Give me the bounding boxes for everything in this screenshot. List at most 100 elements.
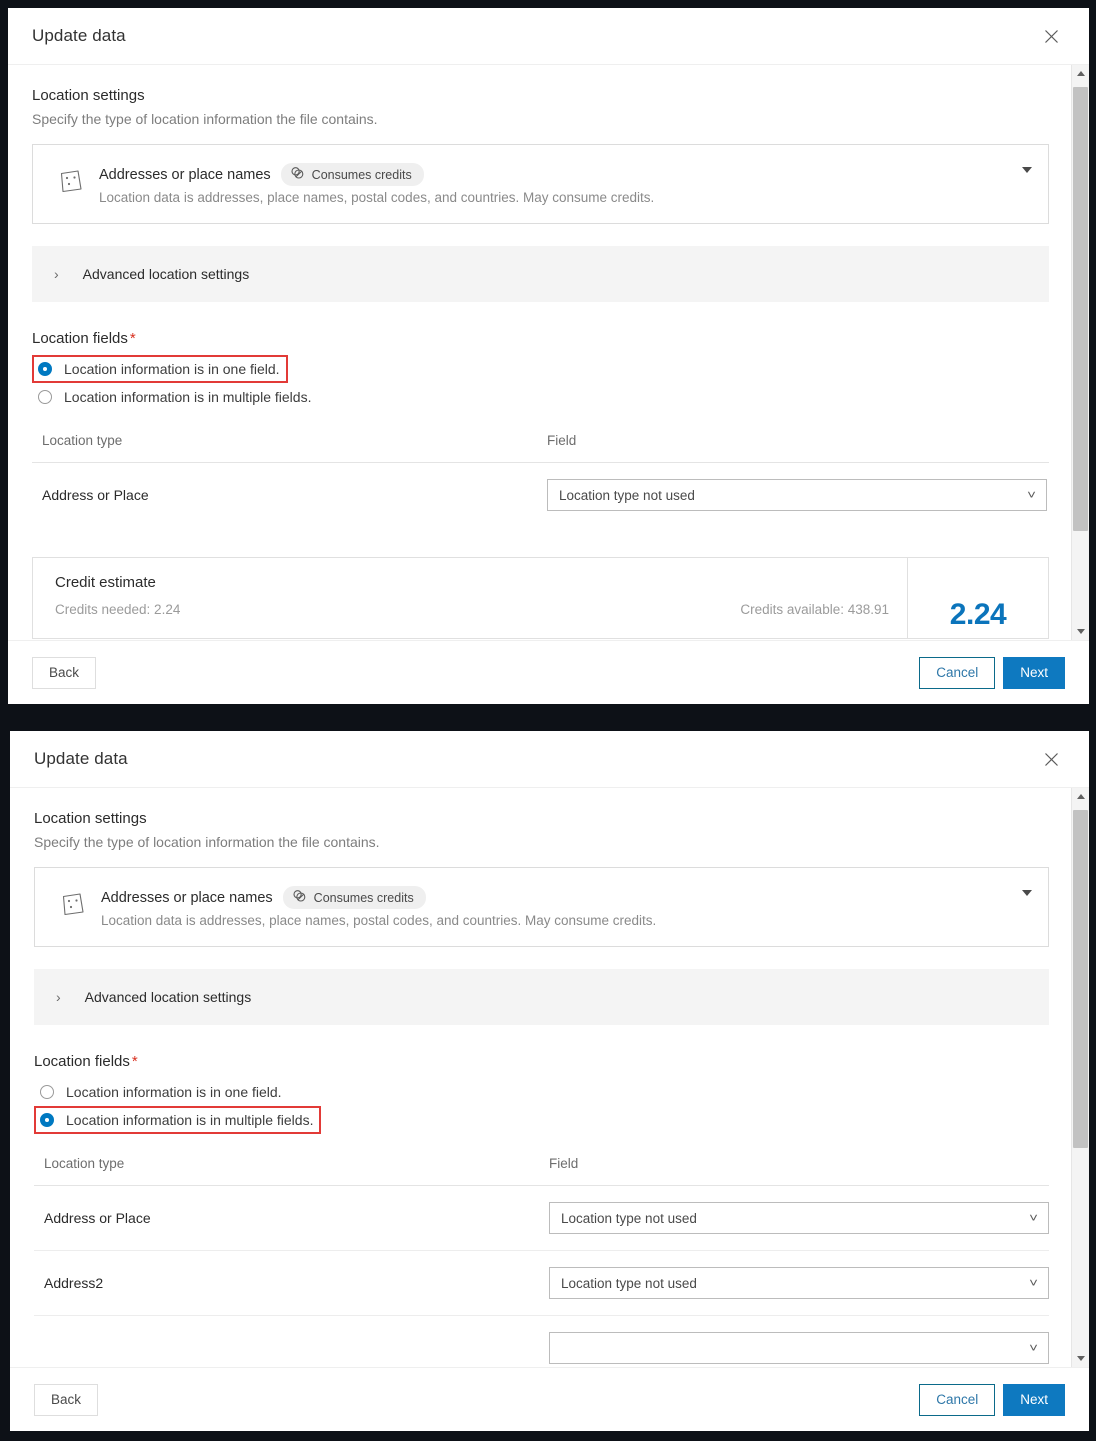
scrollbar-thumb-1[interactable] xyxy=(1073,87,1088,531)
location-fields-label-2: Location fields* xyxy=(34,1053,1049,1070)
scroll-down-arrow-icon[interactable] xyxy=(1072,623,1089,640)
dialog-title-1: Update data xyxy=(32,26,126,46)
section-title-2: Location settings xyxy=(34,810,1049,827)
required-marker-1: * xyxy=(130,330,136,347)
advanced-location-settings-accordion-2[interactable]: › Advanced location settings xyxy=(34,969,1049,1025)
location-fields-table-2: Location type Field Address or Place Loc… xyxy=(34,1156,1049,1367)
dialog-header-1: Update data xyxy=(8,8,1089,65)
radio-indicator-icon xyxy=(38,362,52,376)
field-select-value-2-0: Location type not used xyxy=(561,1211,697,1226)
credit-estimate-left-1: Credit estimate Credits needed: 2.24 Cre… xyxy=(33,558,907,638)
location-card-texts-1: Addresses or place names Consumes credit… xyxy=(91,163,1032,205)
back-button-2[interactable]: Back xyxy=(34,1384,98,1416)
field-select-1-0[interactable]: Location type not used ˅ xyxy=(547,479,1047,511)
cancel-button-1[interactable]: Cancel xyxy=(919,657,995,689)
table-row: Address2 Location type not used ˅ xyxy=(34,1251,1049,1316)
advanced-location-settings-accordion-1[interactable]: › Advanced location settings xyxy=(32,246,1049,302)
scrollbar-track-2[interactable] xyxy=(1072,805,1089,1350)
consumes-credits-badge-1: Consumes credits xyxy=(281,163,424,186)
table-row: Address or Place Location type not used … xyxy=(34,1186,1049,1251)
consumes-credits-badge-2: Consumes credits xyxy=(283,886,426,909)
dialog-body-2: Location settings Specify the type of lo… xyxy=(10,788,1071,1367)
radio-indicator-icon xyxy=(40,1113,54,1127)
close-icon[interactable] xyxy=(1037,22,1065,50)
column-header-field-1: Field xyxy=(547,433,576,448)
chevron-down-icon: ˅ xyxy=(1027,489,1036,501)
dialog-header-2: Update data xyxy=(10,731,1089,788)
dialog-title-2: Update data xyxy=(34,749,128,769)
caret-down-icon[interactable] xyxy=(1022,167,1032,173)
update-data-dialog-1: Update data Location settings Specify th… xyxy=(8,8,1089,704)
location-fields-table-1: Location type Field Address or Place Loc… xyxy=(32,433,1049,527)
dialog-body-1: Location settings Specify the type of lo… xyxy=(8,65,1071,640)
back-button-1[interactable]: Back xyxy=(32,657,96,689)
field-select-value-2-1: Location type not used xyxy=(561,1276,697,1291)
radio-multiple-fields-label-2: Location information is in multiple fiel… xyxy=(66,1112,313,1128)
chevron-down-icon: ˅ xyxy=(1029,1342,1038,1354)
dialog-footer-2: Back Cancel Next xyxy=(10,1368,1089,1431)
advanced-location-settings-label-2: Advanced location settings xyxy=(85,989,252,1005)
credits-needed-label-1: Credits needed: 2.24 xyxy=(55,602,180,617)
chevron-down-icon: ˅ xyxy=(1029,1212,1038,1224)
location-card-name-2: Addresses or place names xyxy=(101,890,273,906)
radio-multiple-fields-1[interactable]: Location information is in multiple fiel… xyxy=(32,383,319,411)
column-header-field-2: Field xyxy=(549,1156,578,1171)
field-select-2-2[interactable]: ˅ xyxy=(549,1332,1049,1364)
field-select-2-1[interactable]: Location type not used ˅ xyxy=(549,1267,1049,1299)
consumes-credits-label-2: Consumes credits xyxy=(314,891,414,905)
section-subtitle-1: Specify the type of location information… xyxy=(32,111,1049,127)
radio-multiple-fields-2[interactable]: Location information is in multiple fiel… xyxy=(34,1106,321,1134)
chevron-down-icon: ˅ xyxy=(1029,1277,1038,1289)
location-type-card-2[interactable]: Addresses or place names Consumes credit… xyxy=(34,867,1049,947)
next-button-2[interactable]: Next xyxy=(1003,1384,1065,1416)
field-select-2-0[interactable]: Location type not used ˅ xyxy=(549,1202,1049,1234)
required-marker-2: * xyxy=(132,1053,138,1070)
scrollbar-thumb-2[interactable] xyxy=(1073,810,1088,1148)
scroll-down-arrow-icon[interactable] xyxy=(1072,1350,1089,1367)
location-card-name-1: Addresses or place names xyxy=(99,167,271,183)
credit-estimate-value-box-1: 2.24 xyxy=(907,558,1048,638)
cancel-button-2[interactable]: Cancel xyxy=(919,1384,995,1416)
location-card-description-2: Location data is addresses, place names,… xyxy=(101,913,1032,928)
section-title-1: Location settings xyxy=(32,87,1049,104)
radio-indicator-icon xyxy=(38,390,52,404)
row-field-cell-2-0: Location type not used ˅ xyxy=(549,1202,1049,1234)
radio-indicator-icon xyxy=(40,1085,54,1099)
consumes-credits-label-1: Consumes credits xyxy=(312,168,412,182)
credit-estimate-value-1: 2.24 xyxy=(950,598,1006,632)
credit-estimate-details-1: Credits needed: 2.24 Credits available: … xyxy=(55,602,889,617)
location-fields-label-1: Location fields* xyxy=(32,330,1049,347)
footer-actions-2: Cancel Next xyxy=(919,1384,1065,1416)
location-card-texts-2: Addresses or place names Consumes credit… xyxy=(93,886,1032,928)
advanced-location-settings-label-1: Advanced location settings xyxy=(83,266,250,282)
row-field-cell-2-1: Location type not used ˅ xyxy=(549,1267,1049,1299)
credits-available-label-1: Credits available: 438.91 xyxy=(740,602,889,617)
radio-one-field-label-2: Location information is in one field. xyxy=(66,1084,282,1100)
location-card-title-row-2: Addresses or place names Consumes credit… xyxy=(101,886,1032,909)
location-card-title-row-1: Addresses or place names Consumes credit… xyxy=(99,163,1032,186)
caret-down-icon[interactable] xyxy=(1022,890,1032,896)
table-header-2: Location type Field xyxy=(34,1156,1049,1186)
row-field-cell-2-2: ˅ xyxy=(549,1332,1049,1364)
scrollbar-track-1[interactable] xyxy=(1072,82,1089,623)
radio-one-field-2[interactable]: Location information is in one field. xyxy=(34,1078,290,1106)
scroll-up-arrow-icon[interactable] xyxy=(1072,788,1089,805)
location-fields-text-2: Location fields xyxy=(34,1053,130,1070)
scroll-up-arrow-icon[interactable] xyxy=(1072,65,1089,82)
coins-icon xyxy=(290,166,305,183)
map-polygon-icon xyxy=(51,163,91,196)
field-select-value-1-0: Location type not used xyxy=(559,488,695,503)
row-location-type-2-0: Address or Place xyxy=(34,1210,549,1226)
close-icon[interactable] xyxy=(1037,745,1065,773)
radio-one-field-1[interactable]: Location information is in one field. xyxy=(32,355,288,383)
dialog-body-wrap-2: Location settings Specify the type of lo… xyxy=(10,788,1089,1368)
credit-estimate-panel-1: Credit estimate Credits needed: 2.24 Cre… xyxy=(32,557,1049,639)
chevron-right-icon: › xyxy=(54,267,59,281)
location-card-description-1: Location data is addresses, place names,… xyxy=(99,190,1032,205)
dialog-body-wrap-1: Location settings Specify the type of lo… xyxy=(8,65,1089,641)
next-button-1[interactable]: Next xyxy=(1003,657,1065,689)
chevron-right-icon: › xyxy=(56,990,61,1004)
vertical-scrollbar-2[interactable] xyxy=(1071,788,1089,1367)
location-type-card-1[interactable]: Addresses or place names Consumes credit… xyxy=(32,144,1049,224)
vertical-scrollbar-1[interactable] xyxy=(1071,65,1089,640)
